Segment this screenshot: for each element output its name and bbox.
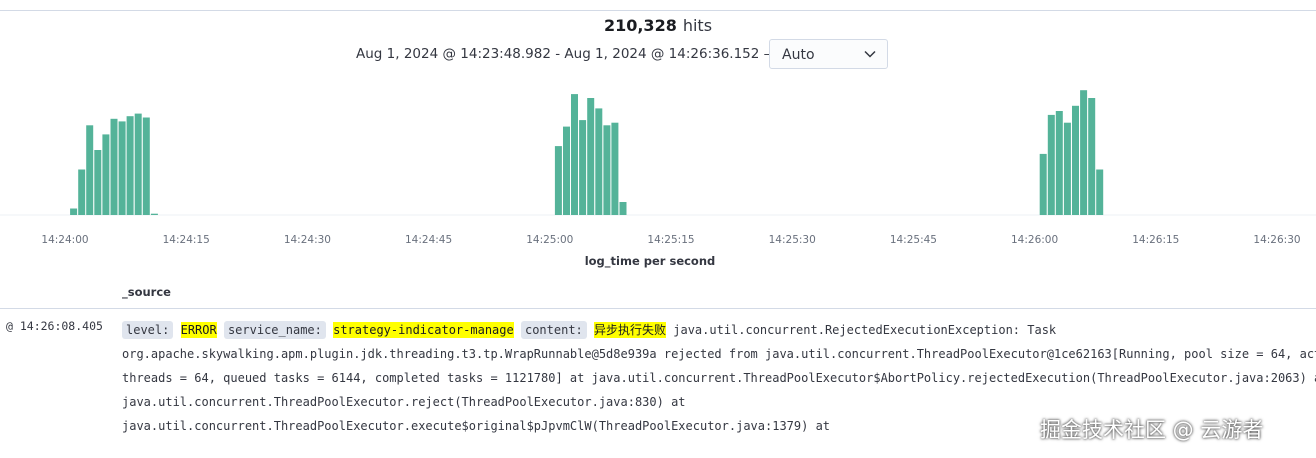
histogram-bar[interactable]: [554, 146, 562, 215]
x-axis-tick-label: 14:26:00: [1011, 234, 1058, 246]
x-axis-tick-label: 14:25:45: [890, 234, 937, 246]
histogram-bar[interactable]: [134, 113, 142, 215]
histogram-bar[interactable]: [1055, 111, 1063, 215]
x-axis-label: log_time per second: [584, 254, 716, 268]
hits-summary: 210,328 hits: [0, 16, 1316, 35]
chevron-down-icon: [863, 47, 877, 65]
source-line: org.apache.skywalking.apm.plugin.jdk.thr…: [122, 347, 1316, 361]
x-axis-tick-label: 14:25:00: [526, 234, 573, 246]
hits-count: 210,328: [603, 16, 677, 35]
x-axis-tick-label: 14:24:00: [41, 234, 88, 246]
field-key-level: level:: [122, 321, 174, 339]
histogram-bar[interactable]: [1039, 153, 1047, 215]
row-divider: [0, 308, 1316, 309]
hits-label: hits: [682, 16, 713, 35]
content-text: java.util.concurrent.RejectedExecutionEx…: [666, 323, 1057, 337]
field-key-content: content:: [520, 321, 587, 339]
column-header-source[interactable]: _source: [122, 285, 171, 299]
histogram-bar[interactable]: [595, 108, 603, 215]
x-axis-tick-label: 14:26:30: [1253, 234, 1300, 246]
histogram-bar[interactable]: [126, 116, 134, 215]
histogram-bar[interactable]: [1080, 90, 1088, 215]
histogram-bar[interactable]: [1096, 169, 1104, 216]
histogram-bar[interactable]: [70, 208, 78, 216]
histogram-bar[interactable]: [1063, 122, 1071, 215]
interval-select[interactable]: Auto: [769, 39, 888, 69]
x-axis-tick-label: 14:24:30: [284, 234, 331, 246]
x-axis-tick-label: 14:25:15: [647, 234, 694, 246]
histogram-bar[interactable]: [587, 98, 595, 215]
histogram-bar[interactable]: [150, 213, 158, 215]
histogram-bar[interactable]: [619, 202, 627, 215]
histogram-bar[interactable]: [571, 94, 578, 215]
histogram-bar[interactable]: [611, 122, 619, 215]
x-axis-ticks: 14:24:00 14:24:15 14:24:30 14:24:45 14:25:00…: [41, 234, 1300, 246]
source-line: threads = 64, queued tasks = 6144, compl…: [122, 371, 1316, 385]
histogram-bar[interactable]: [110, 118, 118, 215]
field-key-service-name: service_name:: [223, 321, 326, 339]
top-divider: [0, 0, 1316, 11]
interval-select-value: Auto: [782, 47, 815, 63]
field-value-level: ERROR: [180, 322, 217, 338]
histogram-bar[interactable]: [78, 169, 86, 216]
x-axis-tick-label: 14:25:30: [769, 234, 816, 246]
histogram-bar[interactable]: [118, 121, 126, 215]
x-axis-tick-label: 14:24:15: [163, 234, 210, 246]
watermark: 掘金技术社区 @ 云游者: [1040, 418, 1264, 442]
histogram-bar[interactable]: [563, 126, 570, 215]
time-range-text: Aug 1, 2024 @ 14:23:48.982 - Aug 1, 2024…: [356, 46, 778, 62]
histogram-bar[interactable]: [1072, 105, 1079, 215]
histogram-bar[interactable]: [94, 150, 102, 215]
histogram-bar[interactable]: [86, 125, 94, 215]
histogram-bar[interactable]: [603, 125, 611, 215]
histogram-bars: [70, 90, 1104, 216]
x-axis-tick-label: 14:24:45: [405, 234, 452, 246]
histogram-chart[interactable]: 14:24:00 14:24:15 14:24:30 14:24:45 14:25:00…: [0, 76, 1316, 251]
field-value-service-name: strategy-indicator-manage: [333, 322, 514, 338]
x-axis-tick-label: 14:26:15: [1132, 234, 1179, 246]
histogram-bar[interactable]: [579, 120, 587, 215]
histogram-bar[interactable]: [1047, 114, 1055, 215]
histogram-bar[interactable]: [102, 134, 110, 215]
field-value-content: 异步执行失败: [594, 322, 667, 338]
row-timestamp[interactable]: @ 14:26:08.405: [6, 319, 103, 333]
histogram-bar[interactable]: [1088, 98, 1096, 215]
source-line-first: level: ERROR service_name: strategy-indi…: [122, 318, 1316, 342]
histogram-bar[interactable]: [142, 117, 150, 216]
source-line: java.util.concurrent.ThreadPoolExecutor.…: [122, 395, 686, 409]
